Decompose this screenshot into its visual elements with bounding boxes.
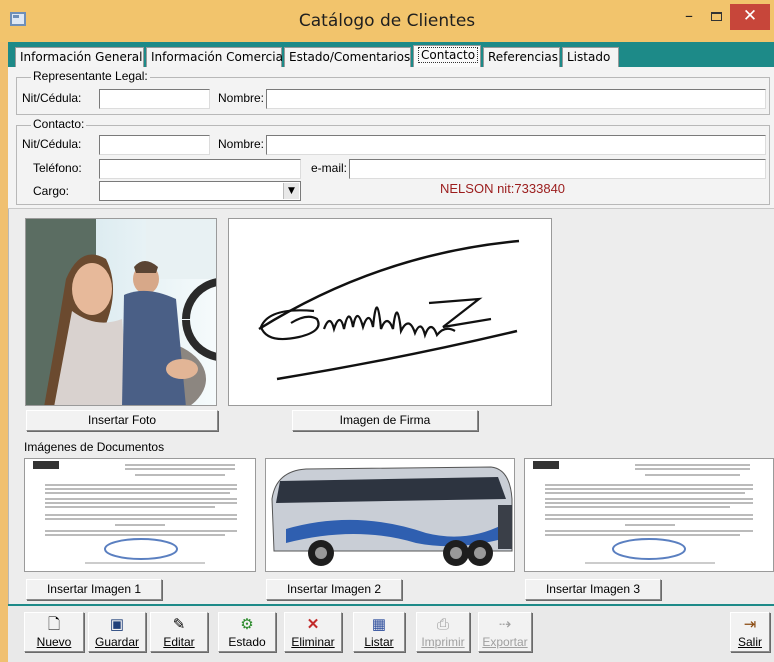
edit-pencil-icon: ✎	[172, 616, 186, 633]
documents-section-label: Imágenes de Documentos	[24, 440, 165, 454]
tab-contacto[interactable]: Contacto	[413, 45, 481, 69]
tab-listado[interactable]: Listado	[562, 47, 619, 68]
save-button-label: Guardar	[94, 635, 140, 649]
delete-button-label: Eliminar	[291, 635, 335, 649]
legal-rep-id-input[interactable]	[99, 89, 210, 109]
new-button[interactable]: 🗋 Nuevo	[24, 612, 84, 652]
print-button[interactable]: ⎙ Imprimir	[416, 612, 470, 652]
list-button[interactable]: ▦ Listar	[353, 612, 405, 652]
legal-rep-name-label: Nombre:	[218, 91, 265, 105]
exit-button-label: Salir	[737, 635, 762, 649]
insert-image-1-button[interactable]: Insertar Imagen 1	[26, 579, 162, 600]
driving-photo-image	[26, 219, 216, 405]
insert-image-2-button[interactable]: Insertar Imagen 2	[266, 579, 402, 600]
contact-email-input[interactable]	[349, 159, 766, 179]
chevron-down-icon[interactable]: ▼	[283, 183, 299, 199]
tab-contacto-label: Contacto	[418, 47, 479, 63]
contact-email-label: e-mail:	[311, 161, 348, 175]
document-scan-3	[525, 459, 773, 571]
insert-photo-button[interactable]: Insertar Foto	[26, 410, 218, 431]
floppy-disk-icon: ▣	[109, 616, 125, 633]
delete-button[interactable]: ✕ Eliminar	[284, 612, 342, 652]
app-window: Catálogo de Clientes – ✕ Información Gen…	[0, 0, 774, 662]
title-bar: Catálogo de Clientes – ✕	[0, 0, 774, 42]
list-button-label: Listar	[364, 635, 394, 649]
save-button[interactable]: ▣ Guardar	[88, 612, 146, 652]
exit-door-icon: ⇥	[743, 616, 757, 633]
signature-image[interactable]	[228, 218, 552, 406]
contact-id-input[interactable]	[99, 135, 210, 155]
tab-informacion-general[interactable]: Información General	[15, 47, 144, 68]
status-button[interactable]: ⚙ Estado	[218, 612, 276, 652]
signature-image-button[interactable]: Imagen de Firma	[292, 410, 478, 431]
export-button[interactable]: ⇢ Exportar	[478, 612, 532, 652]
minimize-button[interactable]: –	[676, 4, 702, 30]
maximize-icon	[710, 12, 722, 21]
document-image-3[interactable]	[524, 458, 774, 572]
signature-drawing	[258, 239, 520, 381]
bus-image	[266, 459, 514, 571]
status-gear-icon: ⚙	[240, 616, 254, 633]
insert-image-3-button[interactable]: Insertar Imagen 3	[525, 579, 661, 600]
client-note: NELSON nit:7333840	[440, 181, 566, 196]
window-title: Catálogo de Clientes	[298, 11, 476, 31]
tab-informacion-comercial[interactable]: Información Comercial	[146, 47, 286, 68]
document-image-1[interactable]	[24, 458, 256, 572]
contact-role-select[interactable]: ▼	[99, 181, 301, 201]
contact-legend: Contacto:	[31, 117, 87, 131]
legal-rep-id-label: Nit/Cédula:	[22, 91, 82, 105]
delete-x-icon: ✕	[306, 616, 320, 633]
contact-name-input[interactable]	[266, 135, 766, 155]
contact-role-label: Cargo:	[33, 184, 70, 198]
document-scan-1	[25, 459, 255, 571]
tab-estado-comentarios[interactable]: Estado/Comentarios	[284, 47, 411, 68]
edit-button[interactable]: ✎ Editar	[150, 612, 208, 652]
edit-button-label: Editar	[163, 635, 195, 649]
document-image-2[interactable]	[265, 458, 515, 572]
new-document-icon: 🗋	[47, 616, 61, 633]
new-button-label: Nuevo	[36, 635, 72, 649]
client-photo[interactable]	[25, 218, 217, 406]
contact-phone-input[interactable]	[99, 159, 301, 179]
tab-strip: Información General Información Comercia…	[8, 42, 774, 69]
contact-name-label: Nombre:	[218, 137, 265, 151]
contact-phone-label: Teléfono:	[33, 161, 82, 175]
export-button-label: Exportar	[482, 635, 528, 649]
list-calendar-icon: ▦	[371, 616, 387, 633]
print-button-label: Imprimir	[421, 635, 465, 649]
legal-rep-name-input[interactable]	[266, 89, 766, 109]
legal-rep-legend: Representante Legal:	[31, 69, 150, 83]
exit-button[interactable]: ⇥ Salir	[730, 612, 770, 652]
tab-referencias[interactable]: Referencias	[483, 47, 560, 68]
export-icon: ⇢	[498, 616, 512, 633]
close-button[interactable]: ✕	[730, 4, 770, 30]
maximize-button[interactable]	[703, 4, 729, 30]
contact-id-label: Nit/Cédula:	[22, 137, 82, 151]
status-button-label: Estado	[228, 635, 266, 649]
printer-icon: ⎙	[436, 616, 449, 633]
